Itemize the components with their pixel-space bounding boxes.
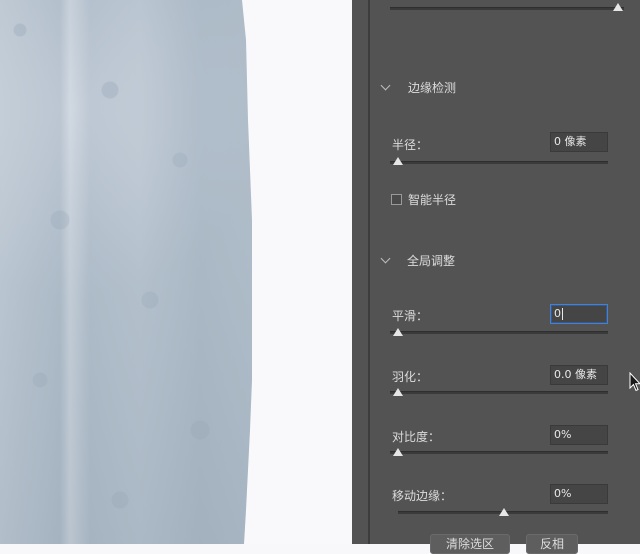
section-title-edge-detection[interactable]: 边缘检测 xyxy=(408,79,456,96)
smooth-label: 平滑： xyxy=(392,309,429,323)
feather-slider-thumb[interactable] xyxy=(393,388,403,396)
shift-edge-label: 移动边缘： xyxy=(392,489,453,503)
smooth-slider-track[interactable] xyxy=(390,331,608,334)
stone-image xyxy=(0,0,252,544)
properties-panel: 边缘检测 半径： 0 像素 智能半径 全局调整 平滑： 0 羽化： 0.0 像素… xyxy=(352,0,640,554)
radius-slider-thumb[interactable] xyxy=(393,157,403,165)
feather-field[interactable]: 0.0 像素 xyxy=(550,365,608,385)
shift-edge-slider-thumb[interactable] xyxy=(499,508,509,516)
smooth-slider-thumb[interactable] xyxy=(393,328,403,336)
smooth-value: 0 xyxy=(554,307,561,320)
text-caret xyxy=(562,308,563,320)
feather-label: 羽化： xyxy=(392,370,429,384)
mouse-cursor-icon xyxy=(629,372,640,392)
clear-selection-button[interactable]: 清除选区 xyxy=(430,534,510,554)
section-title-global-refine[interactable]: 全局调整 xyxy=(407,252,455,269)
feather-slider-track[interactable] xyxy=(390,391,608,394)
chevron-down-icon[interactable] xyxy=(380,80,391,91)
smooth-field[interactable]: 0 xyxy=(550,304,608,324)
contrast-label: 对比度： xyxy=(392,430,441,444)
contrast-field[interactable]: 0% xyxy=(550,425,608,445)
smart-radius-checkbox[interactable] xyxy=(391,194,402,205)
contrast-slider-track[interactable] xyxy=(390,451,608,454)
contrast-slider-thumb[interactable] xyxy=(393,448,403,456)
panel-divider xyxy=(368,0,370,544)
radius-label: 半径： xyxy=(392,138,429,152)
canvas-area[interactable] xyxy=(0,0,352,544)
shift-edge-field[interactable]: 0% xyxy=(550,484,608,504)
top-slider-track[interactable] xyxy=(390,7,624,10)
invert-button[interactable]: 反相 xyxy=(526,534,578,554)
radius-slider-track[interactable] xyxy=(390,161,608,164)
top-slider-thumb[interactable] xyxy=(613,3,623,11)
radius-field[interactable]: 0 像素 xyxy=(550,132,608,152)
chevron-down-icon[interactable] xyxy=(380,253,391,264)
smart-radius-label[interactable]: 智能半径 xyxy=(408,191,456,208)
